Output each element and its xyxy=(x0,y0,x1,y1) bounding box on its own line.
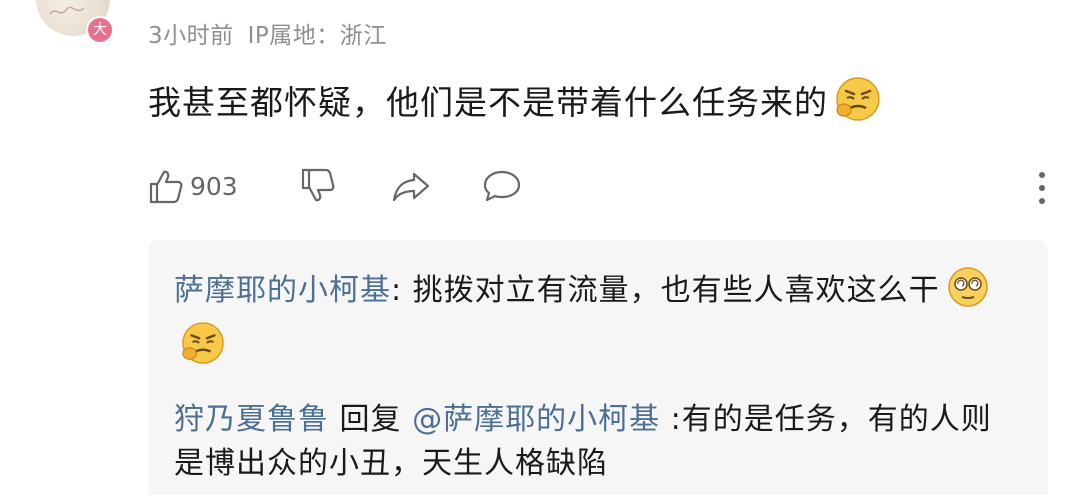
share-button[interactable] xyxy=(390,166,434,206)
grimace-face-emoji-icon xyxy=(180,321,226,378)
comment-meta: 3小时前 IP属地：浙江 xyxy=(148,16,387,50)
reply-button[interactable] xyxy=(480,166,524,206)
action-bar: 903 xyxy=(146,162,1066,210)
reply-word: 回复 xyxy=(329,402,413,437)
dislike-button[interactable] xyxy=(298,166,338,206)
share-icon xyxy=(392,172,430,202)
comment-thread: 大 3小时前 IP属地：浙江 我甚至都怀疑，他们是不是带着什么任务来的 903 xyxy=(0,0,1080,495)
comment-bubble-icon xyxy=(483,170,521,202)
reply-text: 挑拨对立有流量，也有些人喜欢这么干 xyxy=(402,273,940,308)
thumbs-down-icon xyxy=(301,168,335,202)
reply-author[interactable]: 萨摩耶的小柯基 xyxy=(174,273,391,308)
comment-time: 3小时前 xyxy=(148,23,234,49)
reply-item: 狩乃夏鲁鲁 回复 @萨摩耶的小柯基 :有的是任务，有的人则是博出众的小丑，天生人… xyxy=(174,398,1014,486)
comment-text: 我甚至都怀疑，他们是不是带着什么任务来的 xyxy=(148,76,882,135)
grimace-face-emoji-icon xyxy=(834,76,882,135)
reply-item: 萨摩耶的小柯基: 挑拨对立有流量，也有些人喜欢这么干 xyxy=(174,266,1014,378)
like-count: 903 xyxy=(190,171,238,201)
more-vertical-icon[interactable] xyxy=(1038,170,1046,206)
like-button[interactable]: 903 xyxy=(146,166,238,206)
reply-author[interactable]: 狩乃夏鲁鲁 xyxy=(174,402,329,437)
ip-location: IP属地：浙江 xyxy=(247,23,387,49)
avatar-badge: 大 xyxy=(86,16,114,44)
comment-body: 我甚至都怀疑，他们是不是带着什么任务来的 xyxy=(148,83,828,122)
reply-separator: : xyxy=(391,273,403,308)
reply-mention[interactable]: @萨摩耶的小柯基 xyxy=(412,402,660,437)
avatar-scribble xyxy=(49,6,85,15)
dizzy-face-emoji-icon xyxy=(946,266,990,321)
replies-panel: 萨摩耶的小柯基: 挑拨对立有流量，也有些人喜欢这么干 狩乃夏鲁鲁 回复 @萨摩耶… xyxy=(148,240,1048,495)
reply-separator: : xyxy=(660,402,682,437)
thumbs-up-icon xyxy=(149,170,183,204)
